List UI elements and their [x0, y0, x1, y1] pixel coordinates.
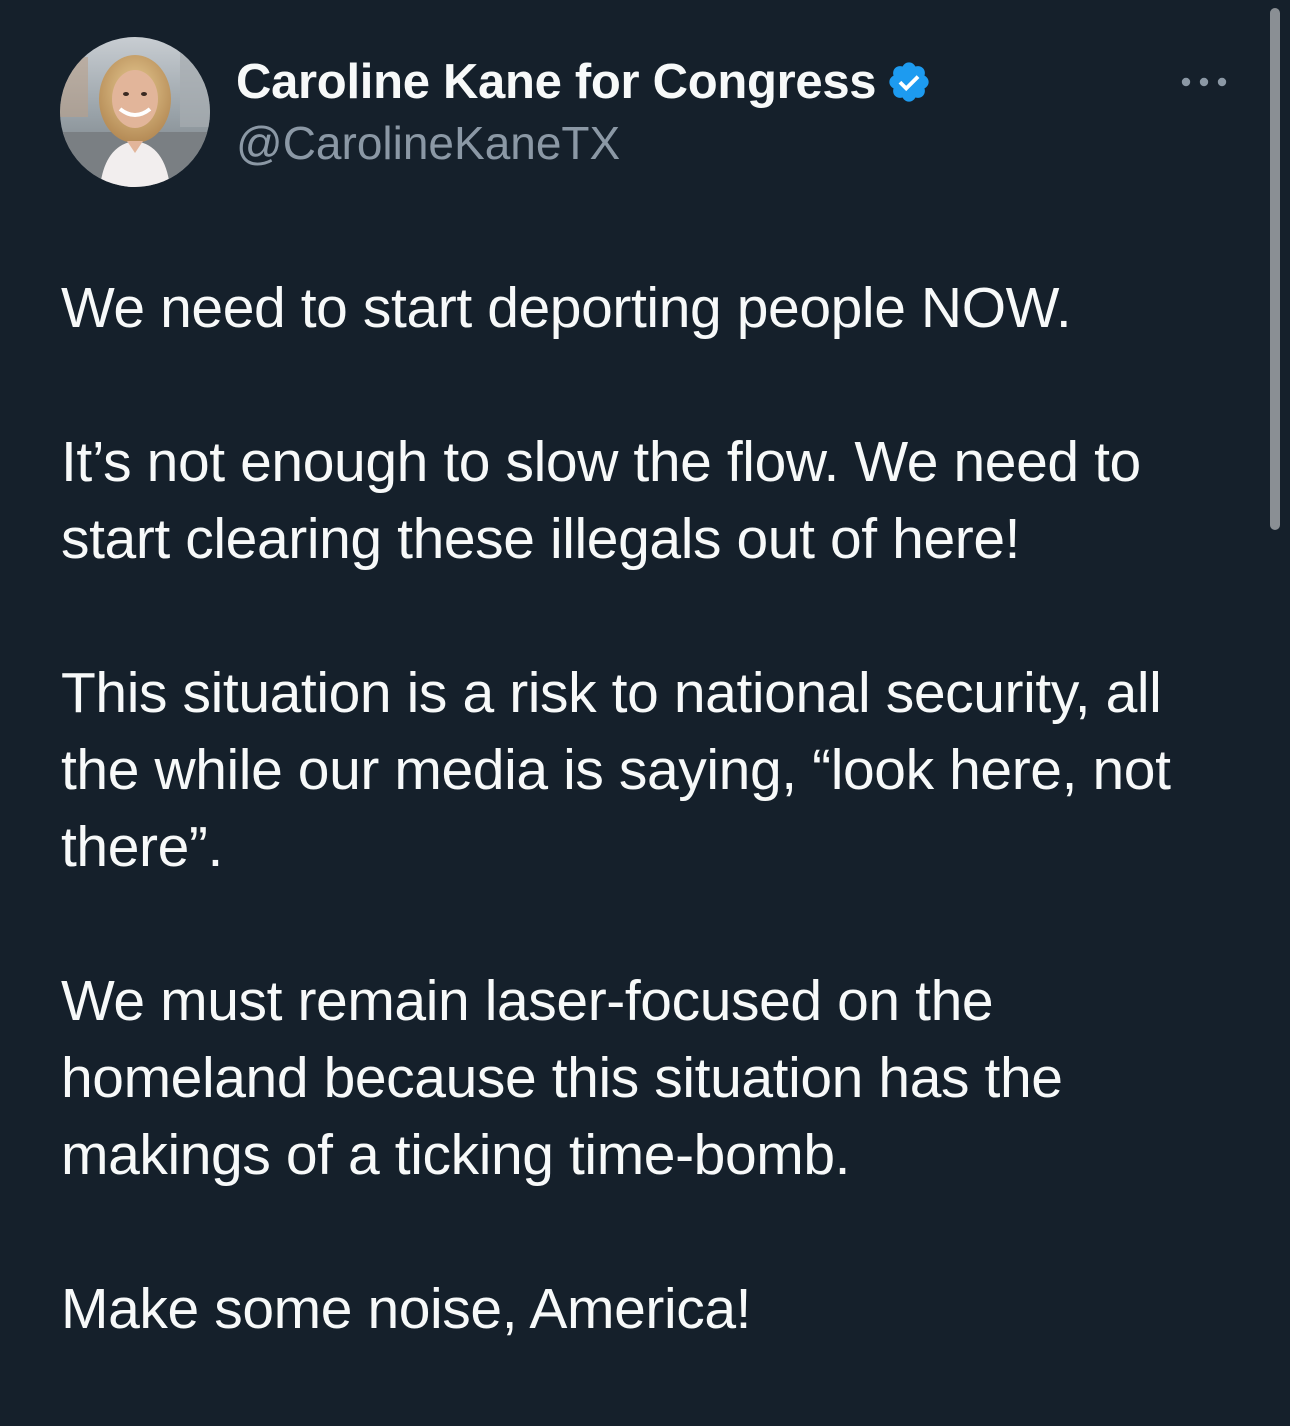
handle[interactable]: @CarolineKaneTX [236, 116, 620, 170]
tweet-paragraph-2: It’s not enough to slow the flow. We nee… [61, 430, 1141, 571]
more-options-button[interactable] [1176, 60, 1232, 104]
scrollbar-thumb[interactable] [1270, 8, 1280, 530]
tweet-paragraph-5: Make some noise, America! [61, 1277, 752, 1341]
display-name[interactable]: Caroline Kane for Congress [236, 54, 877, 110]
ellipsis-icon [1181, 77, 1227, 87]
tweet-text: We need to start deporting people NOW. I… [61, 270, 1221, 1348]
tweet-paragraph-4: We must remain laser-focused on the home… [61, 969, 1063, 1187]
tweet-paragraph-3: This situation is a risk to national sec… [61, 661, 1171, 879]
tweet: Caroline Kane for Congress @CarolineKane… [0, 0, 1290, 1426]
tweet-paragraph-1: We need to start deporting people NOW. [61, 276, 1072, 340]
verified-badge-icon [886, 59, 932, 105]
avatar-image [60, 37, 210, 187]
display-name-row: Caroline Kane for Congress [236, 52, 932, 112]
avatar[interactable] [60, 37, 210, 187]
